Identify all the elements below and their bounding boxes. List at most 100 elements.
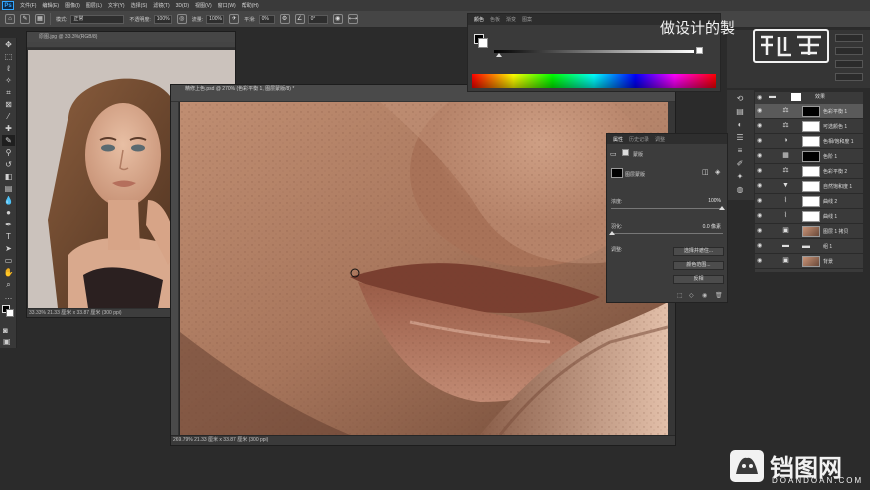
path-select-tool-icon[interactable]: ➤ — [2, 243, 15, 254]
brush-settings-icon[interactable]: ▦ — [35, 14, 45, 24]
hand-tool-icon[interactable]: ✋ — [2, 267, 15, 278]
visibility-eye-icon[interactable]: ◉ — [757, 153, 765, 159]
marquee-tool-icon[interactable]: ⬚ — [2, 51, 15, 62]
layer-row[interactable]: ◉ ▣ 图层 1 拷贝 — [755, 224, 863, 239]
menu-image[interactable]: 图像(I) — [65, 2, 80, 9]
color-spectrum[interactable] — [472, 74, 716, 88]
delete-mask-icon[interactable]: 🗑 — [715, 292, 723, 299]
density-value[interactable]: 100% — [687, 198, 721, 204]
adjustment-icon[interactable]: ▭ — [610, 150, 617, 158]
edit-toolbar-icon[interactable]: … — [2, 291, 15, 302]
move-tool-icon[interactable]: ✥ — [2, 39, 15, 50]
screen-mode-icon[interactable]: ▣ — [3, 337, 11, 346]
tab-patterns[interactable]: 图案 — [522, 16, 532, 23]
libraries-panel-icon[interactable]: ☰ — [735, 133, 745, 142]
channels-panel-icon[interactable]: ≡ — [735, 146, 745, 155]
pressure-opacity-icon[interactable]: ◎ — [176, 14, 187, 24]
layer-mask-thumbnail[interactable] — [802, 166, 820, 177]
layer-row[interactable]: ◉ ⚖ 可选颜色 1 — [755, 119, 863, 134]
feather-slider-thumb[interactable] — [609, 231, 615, 235]
background-color-swatch[interactable] — [6, 309, 14, 317]
opacity-field[interactable] — [835, 60, 863, 68]
menu-filter[interactable]: 滤镜(T) — [153, 2, 169, 9]
layer-mask-thumbnail[interactable] — [802, 121, 820, 132]
blur-tool-icon[interactable]: 💧 — [2, 195, 15, 206]
visibility-eye-icon[interactable]: ◉ — [757, 108, 765, 114]
visibility-eye-icon[interactable]: ◉ — [757, 123, 765, 129]
brush-tool-icon[interactable]: ✎ — [2, 135, 15, 146]
menu-type[interactable]: 文字(Y) — [108, 2, 125, 9]
closeup-canvas[interactable] — [180, 102, 668, 435]
color-value-box[interactable] — [696, 47, 703, 54]
tab-history[interactable]: 历史记录 — [629, 136, 649, 143]
visibility-eye-icon[interactable]: ◉ — [757, 258, 765, 264]
layer-mask-thumbnail[interactable] — [802, 226, 820, 237]
layer-row[interactable]: ◉ ◑ 色相/饱和度 1 — [755, 134, 863, 149]
angle-input[interactable]: 0° — [307, 14, 328, 24]
brightness-slider[interactable] — [494, 50, 694, 53]
type-tool-icon[interactable]: T — [2, 231, 15, 242]
spot-heal-tool-icon[interactable]: ✚ — [2, 123, 15, 134]
lasso-tool-icon[interactable]: ℓ — [2, 63, 15, 74]
add-pixel-mask-icon[interactable]: ◫ — [702, 168, 709, 176]
tab-color[interactable]: 颜色 — [474, 16, 484, 23]
eraser-tool-icon[interactable]: ◧ — [2, 171, 15, 182]
flow-input[interactable]: 100% — [206, 14, 225, 24]
eyedropper-tool-icon[interactable]: ⁄ — [2, 111, 15, 122]
apply-mask-icon[interactable]: ◇ — [689, 292, 694, 299]
angle-icon[interactable]: ∠ — [294, 14, 305, 24]
layer-mask-thumbnail[interactable] — [802, 106, 820, 117]
brush-preset-icon[interactable]: ✎ — [20, 14, 30, 24]
tab-properties[interactable]: 属性 — [613, 136, 623, 143]
tab-gradients[interactable]: 渐变 — [506, 16, 516, 23]
layer-row[interactable]: ◉ ▬ ▬ 组 1 — [755, 239, 863, 254]
symmetry-icon[interactable]: ⟷ — [347, 14, 358, 24]
menu-file[interactable]: 文件(F) — [20, 2, 36, 9]
mode-select[interactable]: 正常 — [70, 14, 125, 24]
opacity-input[interactable]: 100% — [153, 14, 172, 24]
history-panel-icon[interactable]: ⟲ — [735, 94, 745, 103]
properties-panel-icon[interactable]: ▤ — [735, 107, 745, 116]
layer-row[interactable]: ◉ ▣ 背景 — [755, 254, 863, 269]
visibility-eye-icon[interactable]: ◉ — [757, 198, 765, 204]
layer-row[interactable]: ◉ ▼ 自然饱和度 1 — [755, 179, 863, 194]
quick-mask-icon[interactable]: ◙ — [3, 326, 8, 335]
menu-edit[interactable]: 编辑(E) — [42, 2, 59, 9]
menu-3d[interactable]: 3D(D) — [176, 3, 189, 9]
layer-row[interactable]: ◉ ⚖ 色彩平衡 2 — [755, 164, 863, 179]
layer-mask-thumbnail[interactable] — [802, 136, 820, 147]
crop-tool-icon[interactable]: ⌗ — [2, 87, 15, 98]
visibility-eye-icon[interactable]: ◉ — [757, 213, 765, 219]
visibility-eye-icon[interactable]: ◉ — [757, 183, 765, 189]
load-selection-icon[interactable]: ⬚ — [677, 292, 683, 299]
clone-stamp-tool-icon[interactable]: ⚲ — [2, 147, 15, 158]
menu-window[interactable]: 窗口(W) — [218, 2, 236, 9]
add-vector-mask-icon[interactable]: ◈ — [715, 168, 720, 176]
paths-panel-icon[interactable]: ✐ — [735, 159, 745, 168]
styles-panel-icon[interactable]: ✦ — [735, 172, 745, 181]
layer-mask-thumbnail[interactable] — [802, 256, 820, 267]
menu-select[interactable]: 选择(S) — [131, 2, 148, 9]
active-document-window[interactable]: 精修上色.psd @ 270% (色彩平衡 1, 图层蒙版/8) * 269.7… — [170, 84, 676, 446]
density-slider[interactable] — [611, 208, 723, 209]
fill-field[interactable] — [835, 73, 863, 81]
layer-row[interactable]: ◉ ▦ 色阶 1 — [755, 149, 863, 164]
visibility-eye-icon[interactable]: ◉ — [757, 138, 765, 144]
background-color-chip[interactable] — [478, 38, 488, 48]
layer-row[interactable]: ◉ ⌇ 曲线 1 — [755, 209, 863, 224]
brightness-slider-thumb[interactable] — [496, 53, 502, 57]
layer-row[interactable]: ◉ ⚖ 色彩平衡 1 — [755, 104, 863, 119]
gradient-tool-icon[interactable]: ▤ — [2, 183, 15, 194]
smoothing-input[interactable]: 0% — [258, 14, 275, 24]
pen-tool-icon[interactable]: ✒ — [2, 219, 15, 230]
feather-value[interactable]: 0.0 像素 — [687, 223, 721, 230]
layer-mask-thumbnail[interactable] — [802, 211, 820, 222]
adjustments-panel-icon[interactable]: ◐ — [735, 120, 745, 129]
panel-search-box[interactable] — [835, 34, 863, 42]
layer-row[interactable]: ◉ ⌇ 曲线 2 — [755, 194, 863, 209]
visibility-eye-icon[interactable]: ◉ — [757, 243, 765, 249]
history-brush-tool-icon[interactable]: ↺ — [2, 159, 15, 170]
layer-mask-thumbnail[interactable] — [802, 181, 820, 192]
visibility-eye-icon[interactable]: ◉ — [757, 228, 765, 234]
frame-tool-icon[interactable]: ⊠ — [2, 99, 15, 110]
